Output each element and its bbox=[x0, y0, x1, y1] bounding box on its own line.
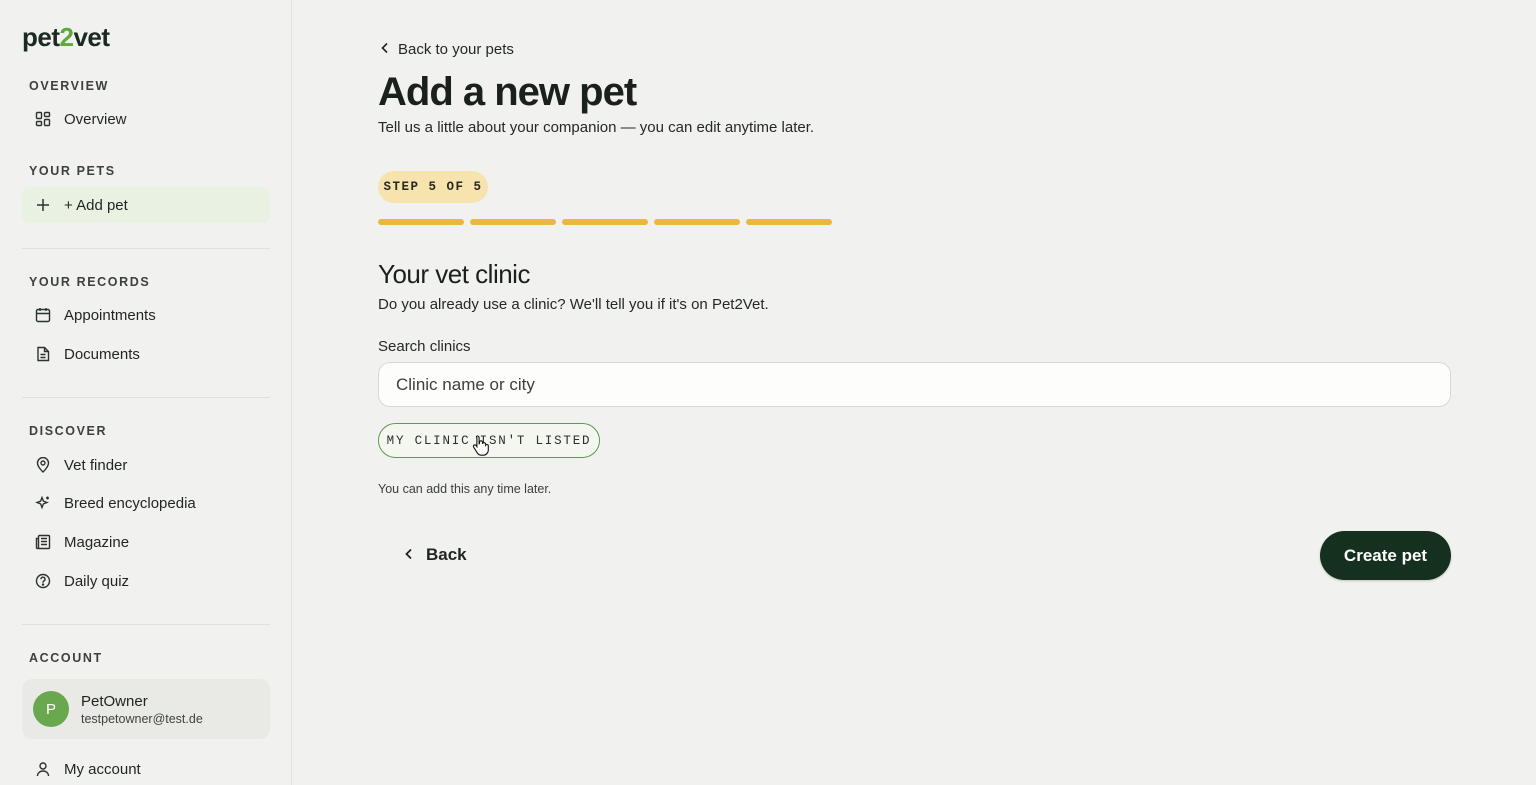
create-pet-button[interactable]: Create pet bbox=[1320, 531, 1451, 580]
sidebar-item-my-account[interactable]: My account bbox=[22, 751, 270, 785]
account-email: testpetowner@test.de bbox=[81, 711, 203, 726]
question-circle-icon bbox=[22, 573, 64, 589]
back-to-pets-link[interactable]: Back to your pets bbox=[380, 41, 514, 58]
page-title: Add a new pet bbox=[378, 70, 637, 114]
section-label-account: ACCOUNT bbox=[29, 651, 103, 665]
sidebar-item-vet-finder[interactable]: Vet finder bbox=[22, 447, 270, 483]
sidebar-item-label: Breed encyclopedia bbox=[64, 494, 196, 512]
progress-segment bbox=[562, 219, 648, 225]
sidebar-item-daily-quiz[interactable]: Daily quiz bbox=[22, 563, 270, 599]
hand-cursor-icon bbox=[472, 434, 490, 461]
sidebar-item-magazine[interactable]: Magazine bbox=[22, 524, 270, 560]
account-info: PetOwner testpetowner@test.de bbox=[81, 693, 203, 726]
search-clinics-label: Search clinics bbox=[378, 338, 471, 355]
sidebar-item-label: Vet finder bbox=[64, 456, 128, 474]
sidebar-divider bbox=[22, 397, 270, 398]
account-card[interactable]: P PetOwner testpetowner@test.de bbox=[22, 679, 270, 739]
sidebar-item-appointments[interactable]: Appointments bbox=[22, 297, 270, 333]
sidebar-item-label: Daily quiz bbox=[64, 572, 130, 590]
sidebar-divider bbox=[22, 624, 270, 625]
logo-prefix: pet bbox=[22, 22, 60, 52]
map-pin-icon bbox=[22, 457, 64, 473]
progress-segment bbox=[470, 219, 556, 225]
logo-accent: 2 bbox=[59, 22, 74, 52]
app-root: pet2vet OVERVIEW Overview YOUR PETS + Ad… bbox=[0, 0, 1536, 785]
sidebar-divider bbox=[22, 248, 270, 249]
account-name: PetOwner bbox=[81, 692, 148, 710]
sidebar-item-breed-encyclopedia[interactable]: Breed encyclopedia bbox=[22, 485, 270, 521]
brand-logo[interactable]: pet2vet bbox=[22, 22, 110, 53]
section-description: Do you already use a clinic? We'll tell … bbox=[378, 296, 769, 313]
plus-icon bbox=[22, 198, 64, 212]
clinic-search-input[interactable] bbox=[378, 362, 1451, 407]
chevron-left-icon bbox=[404, 545, 414, 565]
back-link-label: Back to your pets bbox=[398, 41, 514, 58]
document-icon bbox=[22, 346, 64, 362]
section-label-your-records: YOUR RECORDS bbox=[29, 275, 151, 289]
sidebar-item-label: Magazine bbox=[64, 533, 130, 551]
progress-segment bbox=[746, 219, 832, 225]
sparkle-icon bbox=[22, 495, 64, 511]
grid-icon bbox=[22, 111, 64, 127]
progress-segment bbox=[654, 219, 740, 225]
sidebar-item-overview[interactable]: Overview bbox=[22, 101, 270, 137]
section-label-overview: OVERVIEW bbox=[29, 79, 109, 93]
hint-text: You can add this any time later. bbox=[378, 482, 552, 496]
avatar: P bbox=[33, 691, 69, 727]
sidebar-item-label: + Add pet bbox=[64, 196, 128, 214]
page-subtitle: Tell us a little about your companion — … bbox=[378, 119, 815, 136]
calendar-icon bbox=[22, 307, 64, 323]
newspaper-icon bbox=[22, 534, 64, 550]
sidebar-item-label: Appointments bbox=[64, 306, 156, 324]
section-title: Your vet clinic bbox=[378, 259, 530, 289]
logo-suffix: vet bbox=[73, 22, 110, 52]
back-button[interactable]: Back bbox=[400, 538, 471, 572]
section-label-your-pets: YOUR PETS bbox=[29, 164, 116, 178]
section-label-discover: DISCOVER bbox=[29, 424, 108, 438]
sidebar-item-add-pet[interactable]: + Add pet bbox=[22, 187, 270, 223]
sidebar-item-label: Overview bbox=[64, 110, 127, 128]
step-progress bbox=[378, 219, 832, 225]
sidebar-item-documents[interactable]: Documents bbox=[22, 336, 270, 372]
user-icon bbox=[22, 761, 64, 777]
sidebar: pet2vet OVERVIEW Overview YOUR PETS + Ad… bbox=[0, 0, 292, 785]
chevron-left-icon bbox=[380, 41, 390, 58]
back-button-label: Back bbox=[426, 545, 467, 564]
sidebar-item-label: Documents bbox=[64, 345, 140, 363]
sidebar-item-label: My account bbox=[64, 760, 141, 778]
progress-segment bbox=[378, 219, 464, 225]
step-badge: STEP 5 OF 5 bbox=[378, 171, 488, 203]
